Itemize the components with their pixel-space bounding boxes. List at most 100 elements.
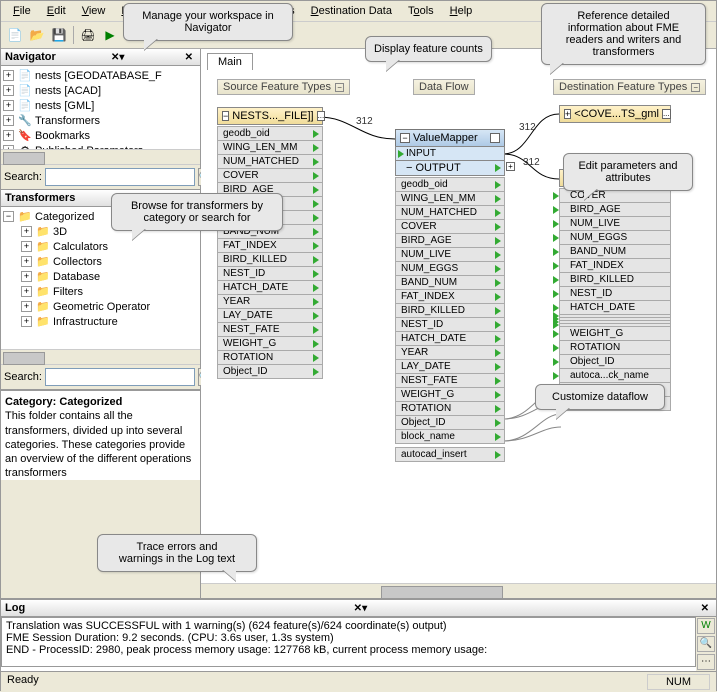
transformer-category[interactable]: +📁Filters bbox=[3, 284, 198, 299]
input-port[interactable]: INPUT bbox=[395, 146, 505, 161]
expand-icon[interactable]: + bbox=[3, 100, 14, 111]
transformer-category[interactable]: +📁Geometric Operator bbox=[3, 299, 198, 314]
attribute-row[interactable]: NEST_ID bbox=[395, 317, 505, 332]
expand-icon[interactable]: + bbox=[21, 256, 32, 267]
source-feature-type[interactable]: −NESTS..._FILE]]... geodb_oidWING_LEN_MM… bbox=[217, 107, 323, 379]
attribute-row[interactable]: NUM_EGGS bbox=[559, 230, 671, 245]
attribute-row[interactable]: NEST_FATE bbox=[217, 322, 323, 337]
menu-destination-data[interactable]: Destination Data bbox=[303, 3, 400, 19]
attribute-row[interactable]: WEIGHT_G bbox=[395, 387, 505, 402]
log-text[interactable]: Translation was SUCCESSFUL with 1 warnin… bbox=[1, 617, 696, 667]
group-dest[interactable]: Destination Feature Types− bbox=[553, 79, 706, 95]
expand-icon[interactable]: + bbox=[21, 301, 32, 312]
open-icon[interactable]: 📂 bbox=[27, 25, 47, 45]
attribute-row[interactable]: NUM_LIVE bbox=[559, 216, 671, 231]
expand-icon[interactable]: + bbox=[21, 271, 32, 282]
attribute-row[interactable]: WEIGHT_G bbox=[217, 336, 323, 351]
attribute-row[interactable]: autocad_insert bbox=[395, 447, 505, 462]
canvas[interactable]: Main Source Feature Types− Data Flow Des… bbox=[201, 49, 716, 598]
attribute-row[interactable]: YEAR bbox=[217, 294, 323, 309]
attribute-row[interactable]: Object_ID bbox=[559, 354, 671, 369]
run-icon[interactable]: ▶ bbox=[100, 25, 120, 45]
save-icon[interactable]: 💾 bbox=[49, 25, 69, 45]
attribute-row[interactable]: WING_LEN_MM bbox=[395, 191, 505, 206]
attribute-row[interactable]: BAND_NUM bbox=[395, 275, 505, 290]
attribute-row[interactable]: NUM_HATCHED bbox=[217, 154, 323, 169]
navigator-search-input[interactable] bbox=[45, 168, 195, 186]
attribute-row[interactable]: NUM_HATCHED bbox=[395, 205, 505, 220]
attribute-row[interactable]: FAT_INDEX bbox=[395, 289, 505, 304]
attribute-row[interactable]: COVER bbox=[217, 168, 323, 183]
attribute-row[interactable]: ROTATION bbox=[559, 340, 671, 355]
nav-item[interactable]: +📄nests [ACAD] bbox=[3, 83, 198, 98]
transformer-category[interactable]: +📁Database bbox=[3, 269, 198, 284]
attribute-row[interactable]: WEIGHT_G bbox=[559, 326, 671, 341]
attribute-row[interactable]: HATCH_DATE bbox=[395, 331, 505, 346]
menu-tools[interactable]: Tools bbox=[400, 3, 442, 19]
attribute-row[interactable]: WING_LEN_MM bbox=[217, 140, 323, 155]
scrollbar-horizontal[interactable] bbox=[1, 349, 200, 364]
group-source[interactable]: Source Feature Types− bbox=[217, 79, 350, 95]
expand-icon[interactable]: + bbox=[21, 286, 32, 297]
attribute-row[interactable]: NUM_EGGS bbox=[395, 261, 505, 276]
expand-icon[interactable]: + bbox=[3, 85, 14, 96]
expand-icon[interactable]: + bbox=[21, 226, 32, 237]
transformer-category[interactable]: +📁Infrastructure bbox=[3, 314, 198, 329]
attribute-row[interactable]: Object_ID bbox=[395, 415, 505, 430]
nav-item[interactable]: +🔖Bookmarks bbox=[3, 128, 198, 143]
navigator-tree[interactable]: +📄nests [GEODATABASE_F+📄nests [ACAD]+📄ne… bbox=[1, 66, 200, 149]
attribute-row[interactable]: NEST_ID bbox=[559, 286, 671, 301]
attribute-row[interactable]: COVER bbox=[395, 219, 505, 234]
new-icon[interactable]: 📄 bbox=[5, 25, 25, 45]
attribute-row[interactable]: LAY_DATE bbox=[217, 308, 323, 323]
transformer-category[interactable]: +📁Calculators bbox=[3, 239, 198, 254]
menu-help[interactable]: Help bbox=[442, 3, 481, 19]
attribute-row[interactable]: FAT_INDEX bbox=[559, 258, 671, 273]
attribute-row[interactable]: BAND_NUM bbox=[559, 244, 671, 259]
attribute-row[interactable]: NEST_FATE bbox=[395, 373, 505, 388]
attribute-row[interactable]: BIRD_KILLED bbox=[395, 303, 505, 318]
menu-view[interactable]: View bbox=[74, 3, 114, 19]
print-icon[interactable]: 🖨 bbox=[78, 25, 98, 45]
attribute-row[interactable]: Object_ID bbox=[217, 364, 323, 379]
scrollbar-horizontal[interactable] bbox=[1, 149, 200, 164]
attribute-row[interactable]: HATCH_DATE bbox=[559, 300, 671, 315]
attribute-row[interactable]: autoca...ck_name bbox=[559, 368, 671, 383]
nav-item[interactable]: +📄nests [GML] bbox=[3, 98, 198, 113]
expand-icon[interactable]: − bbox=[3, 211, 14, 222]
dest-feature-type-gml[interactable]: +<COVE...TS_gml... bbox=[559, 105, 671, 123]
close-icon[interactable]: ▾ bbox=[108, 52, 127, 63]
attribute-row[interactable]: BIRD_AGE bbox=[559, 202, 671, 217]
expand-icon[interactable]: + bbox=[21, 316, 32, 327]
expand-icon[interactable]: + bbox=[3, 130, 14, 141]
nav-item[interactable]: +🔧Transformers bbox=[3, 113, 198, 128]
log-tool-icon[interactable]: ⋯ bbox=[697, 654, 715, 670]
log-tool-icon[interactable]: W bbox=[697, 618, 715, 634]
attribute-row[interactable]: ROTATION bbox=[217, 350, 323, 365]
dest-feature-type-acad[interactable]: −NESTS...ACAD]]... COVERBIRD_AGENUM_LIVE… bbox=[559, 169, 671, 411]
expand-icon[interactable]: + bbox=[21, 241, 32, 252]
attribute-row[interactable]: BIRD_KILLED bbox=[217, 252, 323, 267]
attribute-row[interactable]: NEST_ID bbox=[217, 266, 323, 281]
attribute-row[interactable]: BIRD_KILLED bbox=[559, 272, 671, 287]
output-port[interactable]: −OUTPUT+ bbox=[395, 160, 505, 176]
expand-icon[interactable]: + bbox=[3, 70, 14, 81]
scrollbar-horizontal[interactable] bbox=[201, 583, 716, 598]
tab-main[interactable]: Main bbox=[207, 53, 253, 70]
attribute-row[interactable]: NUM_LIVE bbox=[395, 247, 505, 262]
menu-edit[interactable]: Edit bbox=[39, 3, 74, 19]
attribute-row[interactable]: LAY_DATE bbox=[395, 359, 505, 374]
attribute-row[interactable]: YEAR bbox=[395, 345, 505, 360]
menu-file[interactable]: File bbox=[5, 3, 39, 19]
transformer-category[interactable]: +📁Collectors bbox=[3, 254, 198, 269]
attribute-row[interactable]: FAT_INDEX bbox=[217, 238, 323, 253]
transformers-search-input[interactable] bbox=[45, 368, 195, 386]
valuemapper-transformer[interactable]: −ValueMapper INPUT −OUTPUT+ geodb_oidWIN… bbox=[395, 129, 505, 462]
close-icon[interactable] bbox=[698, 603, 712, 614]
attribute-row[interactable]: geodb_oid bbox=[217, 126, 323, 141]
close-icon[interactable]: ▾ bbox=[351, 603, 370, 614]
attribute-row[interactable]: HATCH_DATE bbox=[217, 280, 323, 295]
search-icon[interactable]: 🔍 bbox=[697, 636, 715, 652]
close-icon[interactable] bbox=[182, 52, 196, 63]
attribute-row[interactable]: block_name bbox=[395, 429, 505, 444]
